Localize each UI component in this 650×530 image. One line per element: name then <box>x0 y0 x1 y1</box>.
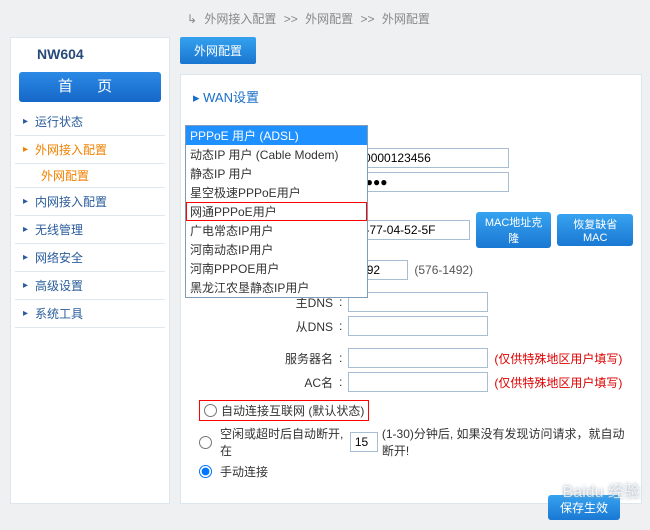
sidebar-item-wireless[interactable]: 无线管理 <box>15 216 165 244</box>
dropdown-option-dynamic-ip[interactable]: 动态IP 用户 (Cable Modem) <box>186 145 367 164</box>
mtu-hint: (576-1492) <box>414 263 473 277</box>
dropdown-option-static-ip[interactable]: 静态IP 用户 <box>186 164 367 183</box>
ac-input[interactable] <box>348 372 488 392</box>
radio-manual-label: 手动连接 <box>220 463 268 480</box>
sidebar-item-security[interactable]: 网络安全 <box>15 244 165 272</box>
ac-hint: (仅供特殊地区用户填写) <box>494 374 622 391</box>
dropdown-option-henan-dynip[interactable]: 河南动态IP用户 <box>186 240 367 259</box>
server-label: 服务器名 <box>189 350 339 367</box>
sidebar-item-advanced[interactable]: 高级设置 <box>15 272 165 300</box>
dropdown-option-cnc-pppoe[interactable]: 网通PPPoE用户 <box>186 202 367 221</box>
home-button[interactable]: 首 页 <box>19 72 161 102</box>
dropdown-option-hlj-static[interactable]: 黑龙江农垦静态IP用户 <box>186 278 367 297</box>
dropdown-option-pppoe[interactable]: PPPoE 用户 (ADSL) <box>186 126 367 145</box>
sidebar-sub-wan-config[interactable]: 外网配置 <box>15 164 165 188</box>
section-title: WAN设置 <box>193 87 633 106</box>
ac-label: AC名 <box>189 374 339 391</box>
breadcrumb: ↳ 外网接入配置 >> 外网配置 >> 外网配置 <box>0 0 650 37</box>
sidebar-item-status[interactable]: 运行状态 <box>15 108 165 136</box>
radio-idle-label-a: 空闲或超时后自动断开,在 <box>220 425 346 459</box>
server-input[interactable] <box>348 348 488 368</box>
tab-wan-config[interactable]: 外网配置 <box>180 37 256 64</box>
dns2-input[interactable] <box>348 316 488 336</box>
radio-auto-highlight: 自动连接互联网 (默认状态) <box>199 400 369 421</box>
radio-manual-connect[interactable] <box>199 465 212 478</box>
dropdown-option-broadcast-ip[interactable]: 广电常态IP用户 <box>186 221 367 240</box>
sidebar-item-lan[interactable]: 内网接入配置 <box>15 188 165 216</box>
save-button[interactable]: 保存生效 <box>548 495 620 520</box>
sidebar-item-wan[interactable]: 外网接入配置 <box>15 136 165 164</box>
dropdown-option-xkjs-pppoe[interactable]: 星空极速PPPoE用户 <box>186 183 367 202</box>
idle-minutes-input[interactable] <box>350 432 378 452</box>
server-hint: (仅供特殊地区用户填写) <box>494 350 622 367</box>
radio-idle-label-b: (1-30)分钟后, 如果没有发现访问请求，就自动断开! <box>382 425 633 459</box>
dns2-label: 从DNS <box>189 318 339 335</box>
dns1-input[interactable] <box>348 292 488 312</box>
sidebar-item-system[interactable]: 系统工具 <box>15 300 165 328</box>
mac-clone-button[interactable]: MAC地址克隆 <box>476 212 552 248</box>
radio-idle-disconnect[interactable] <box>199 436 212 449</box>
crumb-b[interactable]: 外网配置 <box>305 12 353 26</box>
mac-restore-button[interactable]: 恢复缺省MAC <box>557 214 633 246</box>
crumb-a[interactable]: 外网接入配置 <box>204 12 276 26</box>
model-label: NW604 <box>15 44 165 70</box>
dropdown-option-henan-pppoe[interactable]: 河南PPPOE用户 <box>186 259 367 278</box>
radio-auto-label: 自动连接互联网 (默认状态) <box>221 402 364 419</box>
crumb-c: 外网配置 <box>382 12 430 26</box>
connection-type-dropdown[interactable]: PPPoE 用户 (ADSL) 动态IP 用户 (Cable Modem) 静态… <box>185 125 368 298</box>
sidebar: NW604 首 页 运行状态 外网接入配置 外网配置 内网接入配置 无线管理 网… <box>10 37 170 504</box>
radio-auto-connect[interactable] <box>204 404 217 417</box>
